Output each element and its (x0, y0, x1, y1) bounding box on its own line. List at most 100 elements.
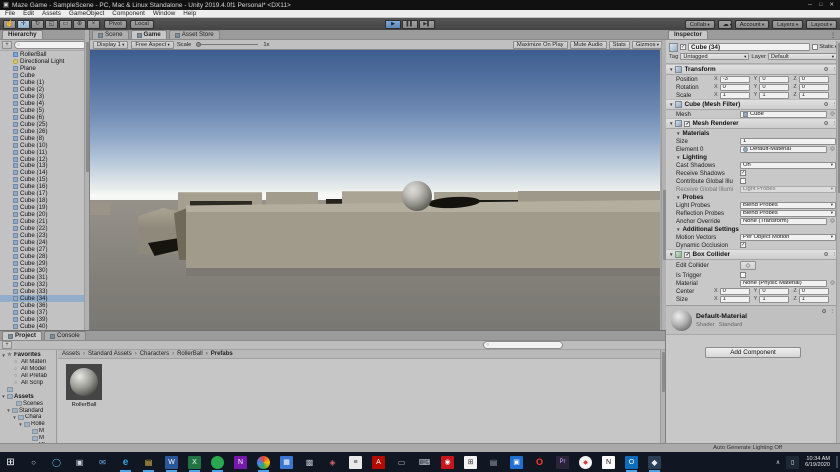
taskbar-icon[interactable]: ▩ (303, 456, 316, 469)
taskbar-icon[interactable]: X (188, 456, 201, 469)
hierarchy-item[interactable]: Cube (24) (0, 239, 89, 246)
inspector-scrollbar[interactable] (836, 41, 840, 443)
motion-vectors-dropdown[interactable]: Per Object Motion (740, 234, 836, 241)
hierarchy-item[interactable]: Cube (11) (0, 149, 89, 156)
taskbar-icon[interactable]: ⊞ (464, 456, 477, 469)
project-tree-item[interactable]: ▼ Standard (0, 407, 56, 414)
object-picker-icon[interactable]: ◎ (829, 146, 836, 152)
scale-slider[interactable] (196, 44, 258, 45)
project-tree-item[interactable]: ▼ Assets (0, 393, 56, 400)
game-viewport[interactable] (90, 50, 660, 330)
taskbar-icon[interactable]: ▤ (142, 456, 155, 469)
view-tab[interactable]: Game (131, 30, 167, 39)
mesh-object-field[interactable]: Cube (740, 111, 827, 118)
foldout-icon[interactable]: ▼ (669, 252, 673, 257)
tag-dropdown[interactable]: Untagged (680, 53, 749, 60)
active-checkbox[interactable] (680, 44, 686, 50)
gear-icon[interactable]: ⚙ (824, 121, 829, 127)
hierarchy-item[interactable]: Cube (6) (0, 114, 89, 121)
cast-shadows-dropdown[interactable]: On (740, 162, 836, 169)
foldout-icon[interactable]: ▼ (669, 102, 673, 107)
tool-button[interactable]: ◱ (45, 20, 58, 29)
project-tree-item[interactable]: All Scrip (0, 380, 56, 387)
menu-item[interactable]: GameObject (69, 10, 104, 17)
layout-button[interactable]: Layout (806, 20, 837, 29)
project-tree-item[interactable]: ▼ Rolle (0, 421, 56, 428)
aspect-dropdown[interactable]: Free Aspect (131, 41, 173, 49)
cloud-icon[interactable]: ☁ (718, 20, 732, 29)
lighting-foldout[interactable]: ▼Lighting (666, 153, 840, 161)
reflection-probes-dropdown[interactable]: Blend Probes (740, 210, 836, 217)
hierarchy-item[interactable]: Cube (3) (0, 93, 89, 100)
hierarchy-item[interactable]: Cube (12) (0, 156, 89, 163)
size-field[interactable]: 1 (740, 138, 836, 145)
hierarchy-item[interactable]: Cube (40) (0, 323, 89, 330)
box-collider-header[interactable]: ▼ Box Collider ⚙⋮ (666, 249, 840, 260)
hierarchy-item[interactable]: Cube (16) (0, 183, 89, 190)
hierarchy-item[interactable]: Cube (23) (0, 232, 89, 239)
hierarchy-item[interactable]: Cube (4) (0, 100, 89, 107)
game-toolbar-button[interactable]: Stats (609, 41, 630, 49)
inspector-menu-icon[interactable]: ⋮ (830, 32, 840, 39)
window-control-button[interactable]: ─ (808, 2, 812, 8)
gear-icon[interactable]: ⚙ (824, 67, 829, 73)
tool-button[interactable]: ⊕ (73, 20, 86, 29)
taskbar-icon[interactable]: ◉ (441, 456, 454, 469)
taskbar-icon[interactable]: ≡ (349, 456, 362, 469)
transform-header[interactable]: ▼ Transform ⚙⋮ (666, 64, 840, 75)
project-content[interactable]: RollerBall (58, 359, 665, 443)
breadcrumb-item[interactable]: Assets (62, 351, 80, 357)
hierarchy-item[interactable]: Cube (14) (0, 169, 89, 176)
breadcrumb-item[interactable]: Standard Assets (80, 351, 132, 357)
mesh-renderer-header[interactable]: ▼ Mesh Renderer ⚙⋮ (666, 118, 840, 129)
hierarchy-item[interactable]: Cube (8) (0, 135, 89, 142)
create-asset-button[interactable]: + (2, 341, 12, 349)
hierarchy-item[interactable]: Directional Light (0, 58, 89, 65)
menu-item[interactable]: File (5, 10, 15, 17)
gear-icon[interactable]: ⚙ (822, 309, 827, 315)
pause-button[interactable]: ▌▌ (402, 20, 418, 29)
fold-arrow-icon[interactable]: ▼ (6, 408, 11, 413)
component-enabled-checkbox[interactable] (684, 252, 690, 258)
taskbar-icon[interactable]: ✉ (96, 456, 109, 469)
taskbar-icon[interactable]: Pr (556, 456, 569, 469)
hierarchy-item[interactable]: Cube (39) (0, 316, 89, 323)
step-button[interactable]: ▶▌ (419, 20, 435, 29)
z-field[interactable]: 1 (799, 296, 829, 303)
y-field[interactable]: 0 (759, 76, 789, 83)
x-field[interactable]: 0 (720, 84, 750, 91)
mesh-filter-header[interactable]: ▼ Cube (Mesh Filter) ⚙⋮ (666, 99, 840, 110)
hierarchy-item[interactable]: Cube (27) (0, 246, 89, 253)
hidden-icons-chevron[interactable]: ∧ (776, 459, 780, 466)
taskbar-icon[interactable]: ◈ (326, 456, 339, 469)
probes-foldout[interactable]: ▼Probes (666, 193, 840, 201)
action-center-divider[interactable] (836, 456, 838, 468)
gear-icon[interactable]: ⚙ (824, 252, 829, 258)
hierarchy-item[interactable]: Cube (17) (0, 190, 89, 197)
project-tree-item[interactable]: Scenes (0, 400, 56, 407)
taskbar-icon[interactable]: ▦ (280, 456, 293, 469)
asset-thumbnail[interactable] (66, 364, 102, 400)
hierarchy-item[interactable]: Cube (15) (0, 176, 89, 183)
additional-settings-foldout[interactable]: ▼Additional Settings (666, 225, 840, 233)
edit-collider-button[interactable]: ◇ (740, 261, 756, 270)
hierarchy-item[interactable]: Cube (5) (0, 107, 89, 114)
tab-hierarchy[interactable]: Hierarchy (2, 30, 43, 39)
view-tab[interactable]: Scene (92, 30, 129, 39)
hierarchy-item[interactable]: Cube (29) (0, 260, 89, 267)
hierarchy-item[interactable]: Cube (32) (0, 281, 89, 288)
tab-inspector[interactable]: Inspector (668, 30, 708, 39)
taskbar-icon[interactable]: ▤ (487, 456, 500, 469)
project-tree-item[interactable]: ▼ Favorites (0, 352, 56, 359)
object-name-field[interactable]: Cube (34) (688, 43, 810, 51)
physic-material-field[interactable]: None (Physic Material) (740, 280, 827, 287)
fold-arrow-icon[interactable]: ▼ (12, 415, 17, 420)
hierarchy-item[interactable]: Cube (34) (0, 295, 89, 302)
taskbar-icon[interactable]: ▣ (510, 456, 523, 469)
game-toolbar-button[interactable]: Mute Audio (570, 41, 607, 49)
hierarchy-item[interactable]: Cube (20) (0, 211, 89, 218)
y-field[interactable]: 1 (759, 92, 789, 99)
project-tree-item[interactable]: ▼ Chara (0, 414, 56, 421)
tray-app-icon[interactable]: ▯ (786, 456, 799, 469)
hierarchy-item[interactable]: Cube (37) (0, 309, 89, 316)
